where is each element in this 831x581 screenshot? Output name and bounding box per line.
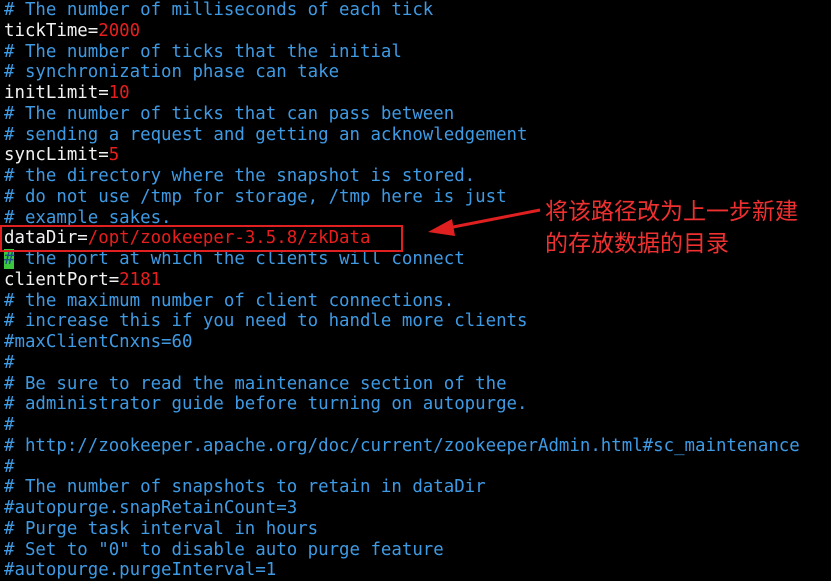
comment-text: #autopurge.snapRetainCount=3 — [4, 498, 298, 518]
annotation-note: 将该路径改为上一步新建的存放数据的目录 — [545, 199, 798, 257]
comment-text: #maxClientCnxns=60 — [4, 332, 193, 352]
comment-text: # administrator guide before turning on … — [4, 394, 528, 415]
comment-text: # The number of ticks that the initial — [4, 41, 402, 62]
comment-text: # Set to "0" to disable auto purge featu… — [4, 539, 444, 560]
config-value: 10 — [108, 83, 130, 103]
editor-line: syncLimit=5 — [4, 145, 119, 166]
editor-line: # The number of ticks that the initial — [4, 42, 402, 63]
editor-line: #maxClientCnxns=60 — [4, 332, 192, 353]
editor-line: # http://zookeeper.apache.org/doc/curren… — [4, 436, 800, 457]
config-value: 2181 — [119, 269, 162, 290]
comment-text: # The number of snapshots to retain in d… — [4, 477, 486, 498]
editor-line: #autopurge.snapRetainCount=3 — [4, 498, 297, 519]
editor-line: # The number of snapshots to retain in d… — [4, 477, 486, 498]
editor-line: # the directory where the snapshot is st… — [4, 166, 475, 187]
editor-line: # administrator guide before turning on … — [4, 394, 528, 415]
editor-line: # Be sure to read the maintenance sectio… — [4, 374, 507, 395]
comment-text: # sending a request and getting an ackno… — [4, 124, 528, 145]
editor-line: #autopurge.purgeInterval=1 — [4, 560, 276, 581]
editor-line: # the port at which the clients will con… — [4, 249, 465, 270]
terminal-editor[interactable]: # The number of milliseconds of each tic… — [0, 0, 831, 581]
config-key: syncLimit= — [4, 145, 109, 166]
editor-line: initLimit=10 — [4, 83, 130, 104]
config-value: 5 — [108, 145, 120, 166]
editor-line: # the maximum number of client connectio… — [4, 291, 454, 312]
comment-text: # — [4, 415, 15, 435]
editor-line: # Purge task interval in hours — [4, 519, 318, 540]
editor-line: # — [4, 353, 14, 374]
text-cursor: # — [4, 249, 15, 269]
comment-text: #autopurge.purgeInterval=1 — [4, 560, 277, 581]
comment-text: # http://zookeeper.apache.org/doc/curren… — [4, 435, 800, 456]
comment-text: # synchronization phase can take — [4, 62, 340, 83]
editor-line: # increase this if you need to handle mo… — [4, 311, 528, 332]
comment-text: # The number of milliseconds of each tic… — [4, 0, 434, 20]
comment-text: # The number of ticks that can pass betw… — [4, 103, 455, 124]
editor-line: # — [4, 415, 14, 436]
config-key: initLimit= — [4, 83, 109, 103]
comment-text: # Be sure to read the maintenance sectio… — [4, 373, 507, 394]
editor-line: # — [4, 457, 14, 478]
comment-text: # do not use /tmp for storage, /tmp here… — [4, 186, 507, 207]
config-key: tickTime= — [4, 20, 99, 41]
config-value: 2000 — [98, 20, 141, 41]
comment-text: # the maximum number of client connectio… — [4, 290, 455, 311]
comment-text: # — [4, 352, 15, 373]
editor-line: # synchronization phase can take — [4, 62, 339, 83]
comment-text: the port at which the clients will conne… — [14, 249, 465, 269]
comment-text: # the directory where the snapshot is st… — [4, 166, 476, 186]
editor-line: # Set to "0" to disable auto purge featu… — [4, 540, 444, 561]
comment-text: # Purge task interval in hours — [4, 518, 319, 539]
editor-line: # The number of milliseconds of each tic… — [4, 0, 433, 21]
editor-line: tickTime=2000 — [4, 21, 140, 42]
editor-line: # do not use /tmp for storage, /tmp here… — [4, 187, 507, 208]
comment-text: # increase this if you need to handle mo… — [4, 311, 528, 332]
editor-line: # sending a request and getting an ackno… — [4, 125, 528, 146]
config-key: clientPort= — [4, 269, 120, 290]
editor-line: clientPort=2181 — [4, 270, 161, 291]
comment-text: # — [4, 456, 15, 477]
editor-line: # The number of ticks that can pass betw… — [4, 104, 454, 125]
datadir-highlight-box — [0, 225, 403, 252]
